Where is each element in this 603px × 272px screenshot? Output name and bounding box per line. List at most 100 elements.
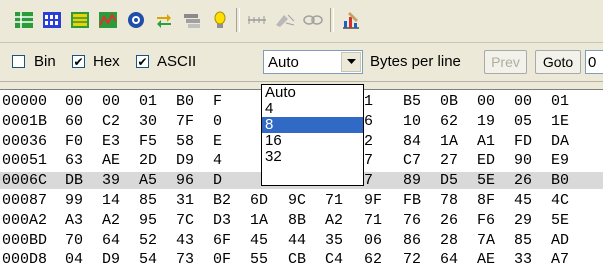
chart-edit-icon[interactable] [339,8,363,32]
hex-byte[interactable]: 45 [514,192,532,209]
hex-byte[interactable]: 1A [250,212,268,229]
hex-byte[interactable]: 45 [250,232,268,249]
hex-byte[interactable]: 1A [440,133,458,150]
hex-byte[interactable]: ED [477,152,495,169]
hex-byte[interactable]: 43 [176,232,194,249]
hex-row[interactable]: 000A2 A3 A2 95 7C D3 1A 8B A2 71 76 26 F6 29 5E [0,212,603,229]
hex-byte[interactable]: 8B [288,212,306,229]
hex-byte[interactable]: AD [551,232,569,249]
hex-byte[interactable]: 5E [551,212,569,229]
hex-byte[interactable]: CB [288,251,306,268]
hex-byte[interactable]: 58 [176,133,194,150]
hex-row[interactable]: 00087 99 14 85 31 B2 6D 9C 71 9F FB 78 8F 45 4C [0,192,603,209]
hex-byte[interactable]: E9 [551,152,569,169]
hex-byte[interactable]: 31 [176,192,194,209]
hex-byte[interactable]: F5 [139,133,157,150]
chevron-down-icon[interactable] [341,52,361,72]
hex-byte[interactable]: 71 [364,212,382,229]
hex-byte[interactable]: DA [551,133,569,150]
hex-byte[interactable]: B0 [176,93,194,110]
hex-byte[interactable]: D9 [176,152,194,169]
hex-byte[interactable]: 71 [325,192,343,209]
hex-byte[interactable]: 0 [213,113,222,130]
hex-byte[interactable]: 33 [514,251,532,268]
stack-icon[interactable] [180,8,204,32]
hex-byte[interactable]: 06 [364,232,382,249]
hex-byte[interactable]: 00 [477,93,495,110]
hex-byte[interactable]: 89 [403,172,421,189]
hex-byte[interactable]: 90 [514,152,532,169]
graph-icon[interactable] [96,8,120,32]
hex-byte[interactable]: 85 [139,192,157,209]
hex-byte[interactable]: 01 [139,93,157,110]
hex-byte[interactable]: 2D [139,152,157,169]
ruler-icon[interactable] [245,8,269,32]
hex-byte[interactable]: 6F [213,232,231,249]
hex-byte[interactable]: 84 [403,133,421,150]
hex-byte[interactable]: 4 [213,152,222,169]
hex-byte[interactable]: 7C [176,212,194,229]
dropdown-option[interactable]: 4 [262,101,363,117]
hex-byte[interactable]: 7 [364,152,373,169]
hex-byte[interactable]: 19 [477,113,495,130]
hex-byte[interactable]: 5E [477,172,495,189]
hex-byte[interactable]: 76 [403,212,421,229]
hex-byte[interactable]: 00 [102,93,120,110]
hex-byte[interactable]: B5 [403,93,421,110]
list-view-icon[interactable] [68,8,92,32]
hex-byte[interactable]: 72 [403,251,421,268]
hex-byte[interactable]: 26 [440,212,458,229]
hex-byte[interactable]: F0 [65,133,83,150]
hex-byte[interactable]: 26 [514,172,532,189]
hex-byte[interactable]: F [213,93,222,110]
grid-view-icon[interactable] [12,8,36,32]
exchange-arrows-icon[interactable] [152,8,176,32]
hex-byte[interactable]: 7A [477,232,495,249]
hex-byte[interactable]: 00 [514,93,532,110]
hex-byte[interactable]: 63 [65,152,83,169]
hex-byte[interactable]: 9F [364,192,382,209]
hex-byte[interactable]: 6 [364,113,373,130]
hex-byte[interactable]: 00 [65,93,83,110]
dropdown-option[interactable]: 32 [262,149,363,165]
hex-byte[interactable]: 62 [364,251,382,268]
hex-byte[interactable]: 60 [65,113,83,130]
hex-byte[interactable]: 54 [139,251,157,268]
hex-byte[interactable]: D9 [102,251,120,268]
hex-byte[interactable]: AE [477,251,495,268]
hex-byte[interactable]: 35 [325,232,343,249]
hex-byte[interactable]: B0 [551,172,569,189]
hex-byte[interactable]: FD [514,133,532,150]
hex-byte[interactable]: A5 [139,172,157,189]
hex-byte[interactable]: 78 [440,192,458,209]
hex-byte[interactable]: 4C [551,192,569,209]
link-icon[interactable] [301,8,325,32]
hex-byte[interactable]: 73 [176,251,194,268]
hex-byte[interactable]: 99 [65,192,83,209]
prev-button[interactable]: Prev [484,50,527,74]
hex-byte[interactable]: 01 [551,93,569,110]
hex-byte[interactable]: E3 [102,133,120,150]
hex-row[interactable]: 000BD 70 64 52 43 6F 45 44 35 06 86 28 7A 85 AD [0,232,603,249]
hex-byte[interactable]: 1E [551,113,569,130]
hex-byte[interactable]: D [213,172,222,189]
hex-byte[interactable]: 7 [364,172,373,189]
hex-byte[interactable]: 86 [403,232,421,249]
hex-byte[interactable]: 55 [250,251,268,268]
hex-byte[interactable]: 44 [288,232,306,249]
hex-byte[interactable]: 64 [440,251,458,268]
hex-byte[interactable]: 0F [213,251,231,268]
hex-byte[interactable]: 04 [65,251,83,268]
hex-byte[interactable]: C4 [325,251,343,268]
hex-byte[interactable]: D5 [440,172,458,189]
hex-byte[interactable]: 8F [477,192,495,209]
hex-byte[interactable]: 96 [176,172,194,189]
hex-byte[interactable]: C7 [403,152,421,169]
hex-byte[interactable]: AE [102,152,120,169]
hex-byte[interactable]: F6 [477,212,495,229]
hex-byte[interactable]: FB [403,192,421,209]
goto-button[interactable]: Goto [535,50,581,74]
hex-row[interactable]: 000D8 04 D9 54 73 0F 55 CB C4 62 72 64 AE 33 A7 [0,251,603,268]
hex-byte[interactable]: A7 [551,251,569,268]
hex-byte[interactable]: 6D [250,192,268,209]
